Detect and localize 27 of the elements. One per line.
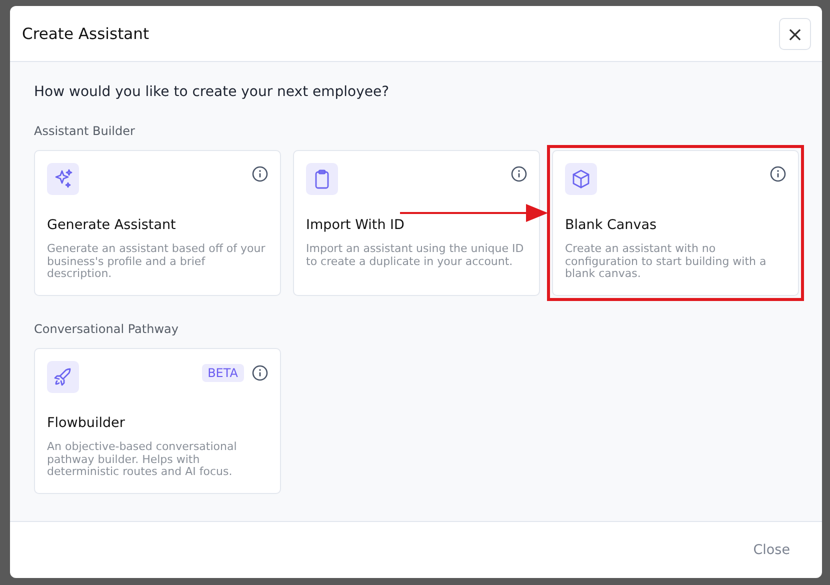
sparkles-icon <box>47 163 79 195</box>
info-icon[interactable] <box>511 166 527 182</box>
option-card[interactable]: Import With ID Import an assistant using the unique ID to create a duplicate in your account. <box>293 150 540 296</box>
cube-icon <box>565 163 597 195</box>
beta-badge: BETA <box>202 364 244 382</box>
section-label: Conversational Pathway <box>34 322 180 336</box>
card-title: Generate Assistant <box>47 217 177 233</box>
option-card[interactable]: BETA Flowbuilder An objective-based conversational pathway builder. Helps with deterministic routes and AI focus. <box>34 348 281 494</box>
close-button[interactable]: Close <box>749 538 794 562</box>
info-icon[interactable] <box>252 166 268 182</box>
card-description: An objective-based conversational pathway builder. Helps with deterministic routes and AI focus. <box>47 441 238 478</box>
dialog-title: Create Assistant <box>22 24 150 42</box>
question-text: How would you like to create your next employee? <box>34 84 390 100</box>
card-description: Generate an assistant based off of your business's profile and a brief description. <box>47 243 266 280</box>
clipboard-icon <box>306 163 338 195</box>
card-description: Create an assistant with no configuration to start building with a blank canvas. <box>565 243 768 280</box>
card-title: Import With ID <box>306 217 406 233</box>
option-card[interactable]: Blank Canvas Create an assistant with no configuration to start building with a blank canvas. <box>552 150 799 296</box>
card-title: Flowbuilder <box>47 415 126 431</box>
close-button[interactable]: × <box>779 18 811 50</box>
info-icon[interactable] <box>770 166 786 182</box>
rocket-icon <box>47 361 79 393</box>
card-title: Blank Canvas <box>565 217 658 233</box>
card-description: Import an assistant using the unique ID to create a duplicate in your account. <box>306 243 525 268</box>
option-card[interactable]: Generate Assistant Generate an assistant based off of your business's profile and a brief description. <box>34 150 281 296</box>
section-label: Assistant Builder <box>34 124 136 138</box>
info-icon[interactable] <box>252 365 268 381</box>
